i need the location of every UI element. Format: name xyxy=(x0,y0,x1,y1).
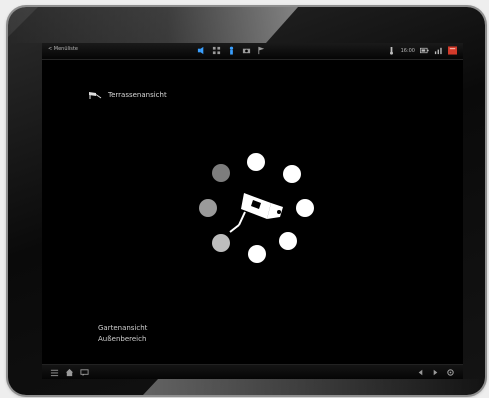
preset-8-button[interactable] xyxy=(212,164,230,182)
blue-person-icon[interactable] xyxy=(227,46,236,55)
preset-2-button[interactable] xyxy=(283,165,301,183)
battery-icon xyxy=(420,46,429,55)
status-bar: < Menüliste 16:00 xyxy=(42,43,463,60)
signal-icon xyxy=(434,46,443,55)
temperature-icon xyxy=(387,46,396,55)
display-screen: < Menüliste 16:00 Terrassenansicht Garte… xyxy=(42,43,463,379)
speaker-icon[interactable] xyxy=(197,46,206,55)
garden-view-label[interactable]: Gartenansicht xyxy=(98,323,147,334)
status-right: 16:00 xyxy=(387,46,457,55)
camera-icon[interactable] xyxy=(242,46,251,55)
room-title[interactable]: Terrassenansicht xyxy=(88,85,167,104)
camera-position-selector[interactable] xyxy=(187,149,317,279)
status-left[interactable]: < Menüliste xyxy=(48,46,78,52)
menu-back-label[interactable]: < Menüliste xyxy=(48,46,78,52)
preset-5-button[interactable] xyxy=(248,245,266,263)
camera-flag-icon xyxy=(88,85,102,104)
grid-icon[interactable] xyxy=(212,46,221,55)
room-title-text: Terrassenansicht xyxy=(108,90,167,99)
outdoor-area-label[interactable]: Außenbereich xyxy=(98,334,147,345)
settings-icon[interactable] xyxy=(446,368,455,377)
preset-4-button[interactable] xyxy=(279,232,297,250)
bottom-labels: Gartenansicht Außenbereich xyxy=(98,323,147,345)
next-icon[interactable] xyxy=(431,368,440,377)
alert-icon[interactable] xyxy=(448,46,457,55)
preset-3-button[interactable] xyxy=(296,199,314,217)
preset-7-button[interactable] xyxy=(199,199,217,217)
clock-label: 16:00 xyxy=(400,47,415,54)
menu-icon[interactable] xyxy=(50,368,59,377)
preset-6-button[interactable] xyxy=(212,234,230,252)
preset-1-button[interactable] xyxy=(247,153,265,171)
bottom-right-icons xyxy=(416,368,455,377)
status-center-icons xyxy=(197,46,266,55)
bottom-bar xyxy=(42,364,463,379)
bottom-left-icons xyxy=(50,368,89,377)
chat-icon[interactable] xyxy=(80,368,89,377)
ptz-camera-icon xyxy=(229,193,283,233)
home-icon[interactable] xyxy=(65,368,74,377)
flag-icon[interactable] xyxy=(257,46,266,55)
prev-icon[interactable] xyxy=(416,368,425,377)
tablet-bezel: < Menüliste 16:00 Terrassenansicht Garte… xyxy=(8,7,485,395)
photo-background: < Menüliste 16:00 Terrassenansicht Garte… xyxy=(0,0,489,398)
